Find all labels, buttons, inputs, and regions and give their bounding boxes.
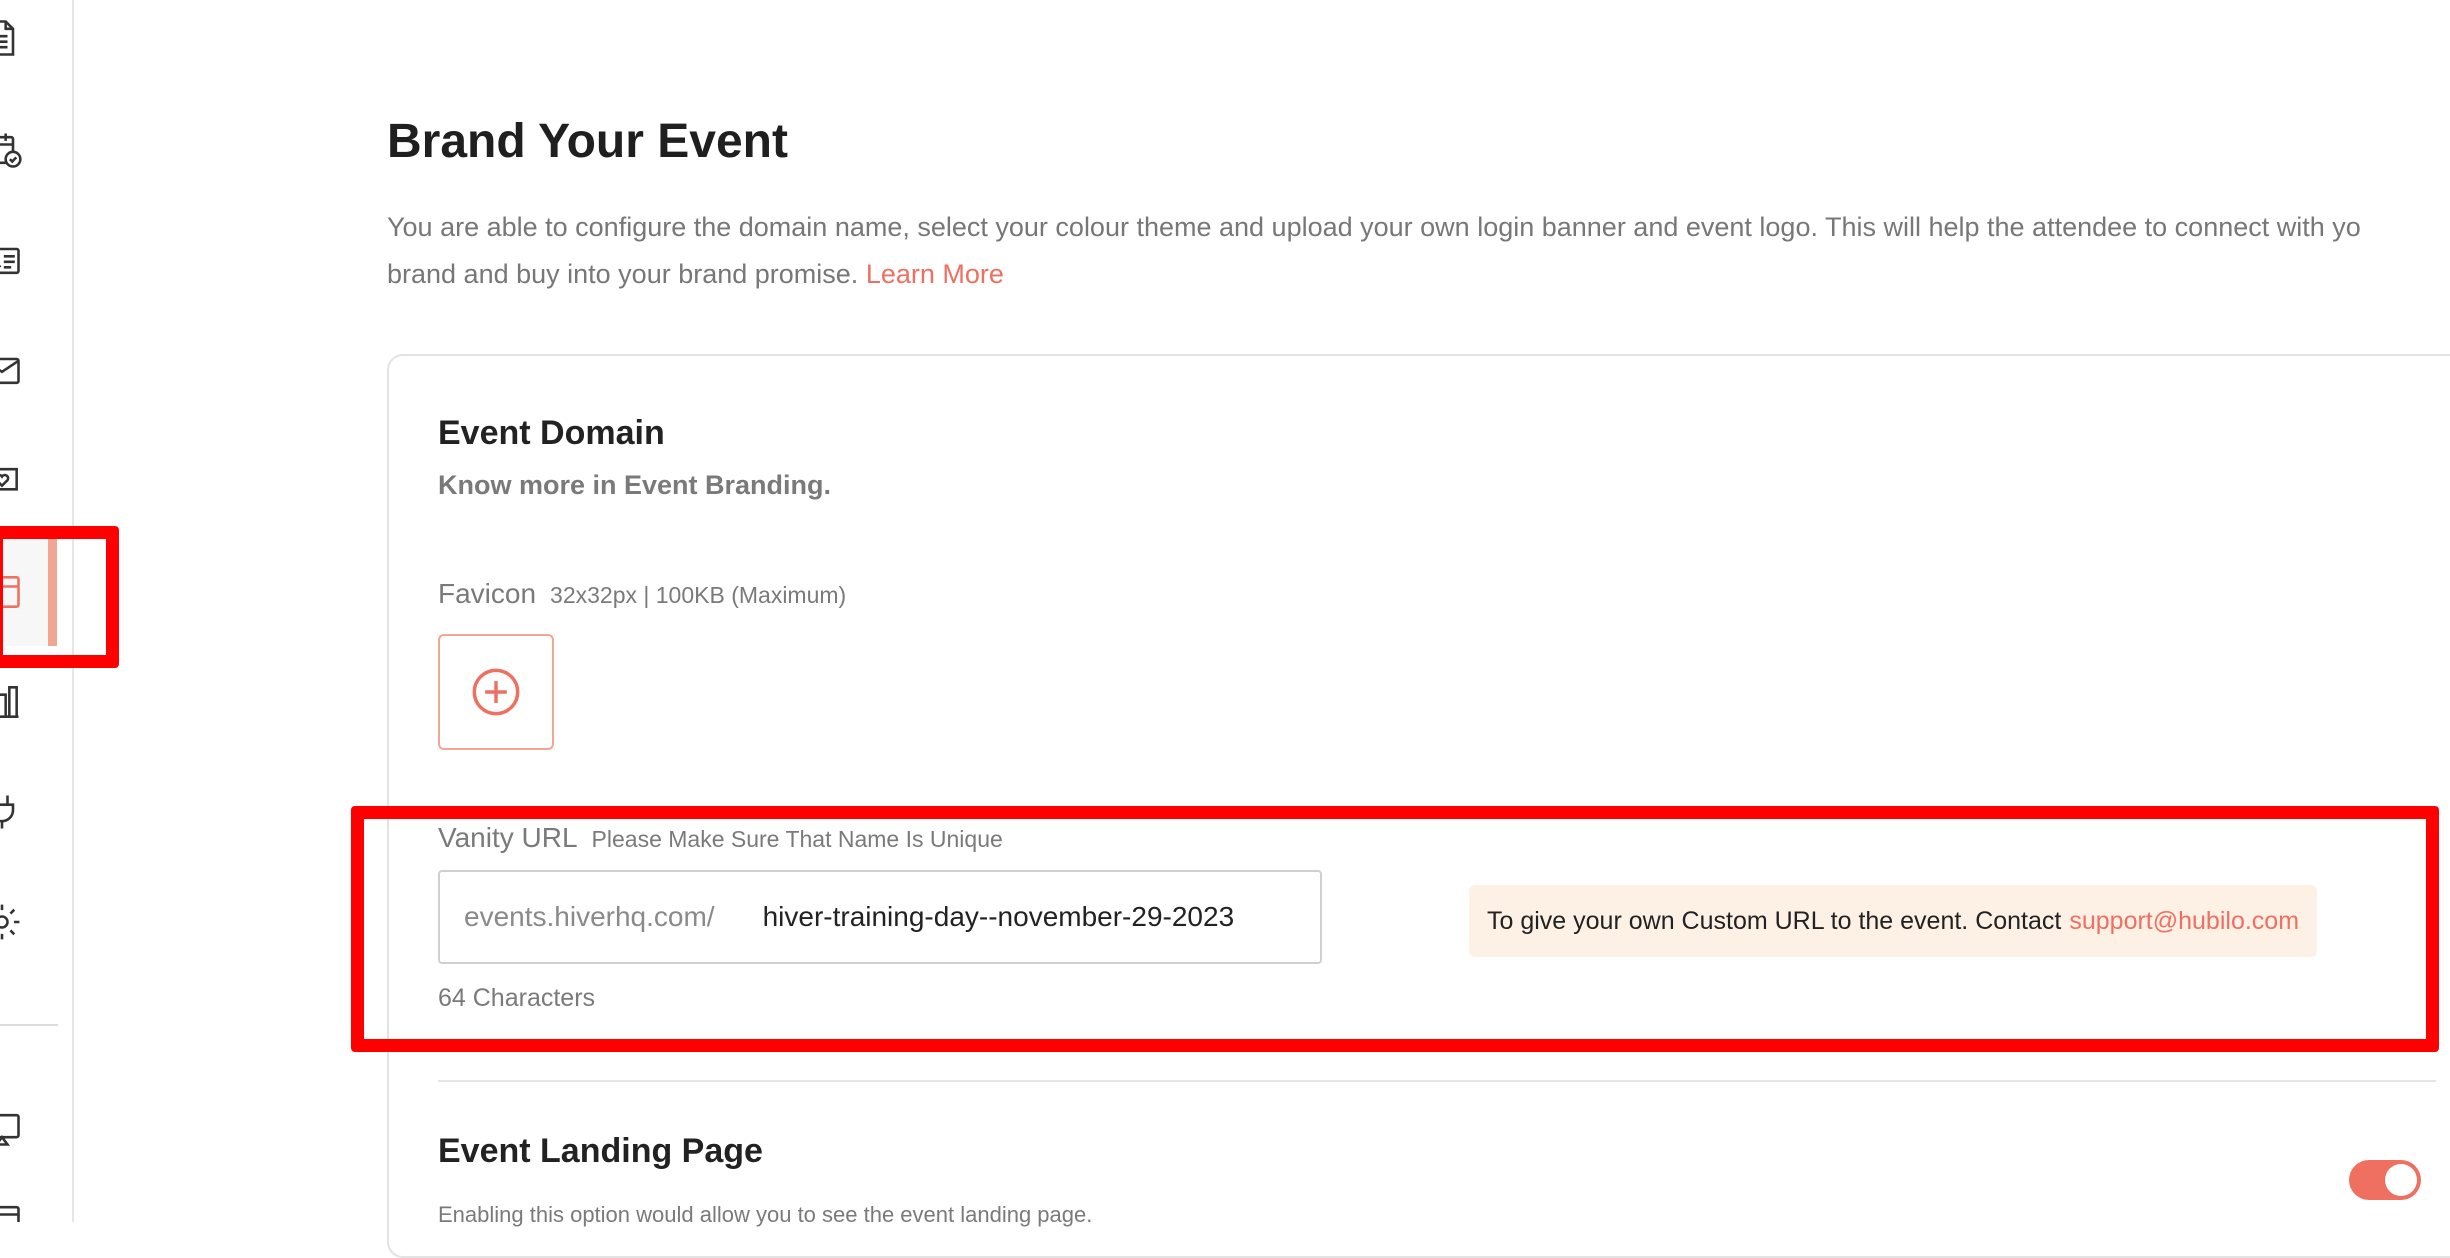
document-icon[interactable] (0, 14, 32, 62)
id-card-icon[interactable] (0, 236, 32, 284)
event-domain-subtitle: Know more in Event Branding. (438, 470, 832, 500)
page-description-line1: You are able to configure the domain nam… (387, 212, 2361, 242)
highlight-box-sidebar (0, 526, 119, 668)
plus-circle-icon (472, 668, 520, 716)
mail-icon[interactable] (0, 346, 32, 394)
card-divider (438, 1080, 2436, 1082)
event-landing-page-subtitle: Enabling this option would allow you to … (438, 1202, 1093, 1227)
page-description-line2: brand and buy into your brand promise. L… (387, 251, 2450, 298)
event-landing-page-title: Event Landing Page (438, 1132, 763, 1170)
learn-more-link[interactable]: Learn More (866, 259, 1004, 289)
favicon-hint: 32x32px | 100KB (Maximum) (550, 582, 847, 608)
window-icon[interactable] (0, 1196, 32, 1222)
favicon-label-text: Favicon (438, 578, 537, 609)
event-domain-title: Event Domain (438, 414, 665, 452)
page-title: Brand Your Event (387, 115, 788, 168)
plug-icon[interactable] (0, 788, 32, 836)
toggle-knob (2385, 1164, 2417, 1196)
gear-icon[interactable] (0, 898, 32, 946)
landing-page-toggle[interactable] (2349, 1160, 2421, 1200)
page-description: You are able to configure the domain nam… (387, 204, 2450, 298)
sidebar-divider (0, 1024, 58, 1026)
chat-heart-icon[interactable] (0, 458, 32, 506)
cast-icon[interactable] (0, 1104, 32, 1152)
page-description-text: brand and buy into your brand promise. (387, 259, 859, 289)
calendar-check-icon[interactable] (0, 126, 32, 174)
favicon-label: Favicon 32x32px | 100KB (Maximum) (438, 578, 846, 610)
bar-chart-icon[interactable] (0, 678, 32, 726)
favicon-upload-button[interactable] (438, 634, 554, 750)
highlight-box-vanity-url (351, 806, 2439, 1052)
